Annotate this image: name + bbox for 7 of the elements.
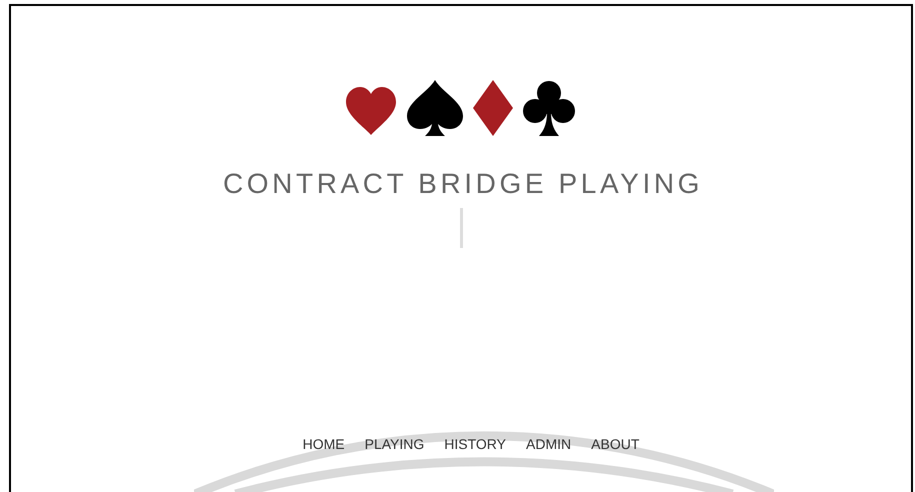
nav-link[interactable]: HISTORY bbox=[444, 436, 506, 452]
nav-link[interactable]: ADMIN bbox=[526, 436, 572, 452]
site-title: CONTRACT BRIDGE PLAYING bbox=[222, 168, 704, 200]
nav-link[interactable]: ABOUT bbox=[591, 436, 640, 452]
nav-link[interactable]: PLAYING bbox=[364, 436, 424, 452]
nav-link[interactable]: HOME bbox=[302, 436, 345, 452]
vertical-divider bbox=[460, 208, 462, 248]
